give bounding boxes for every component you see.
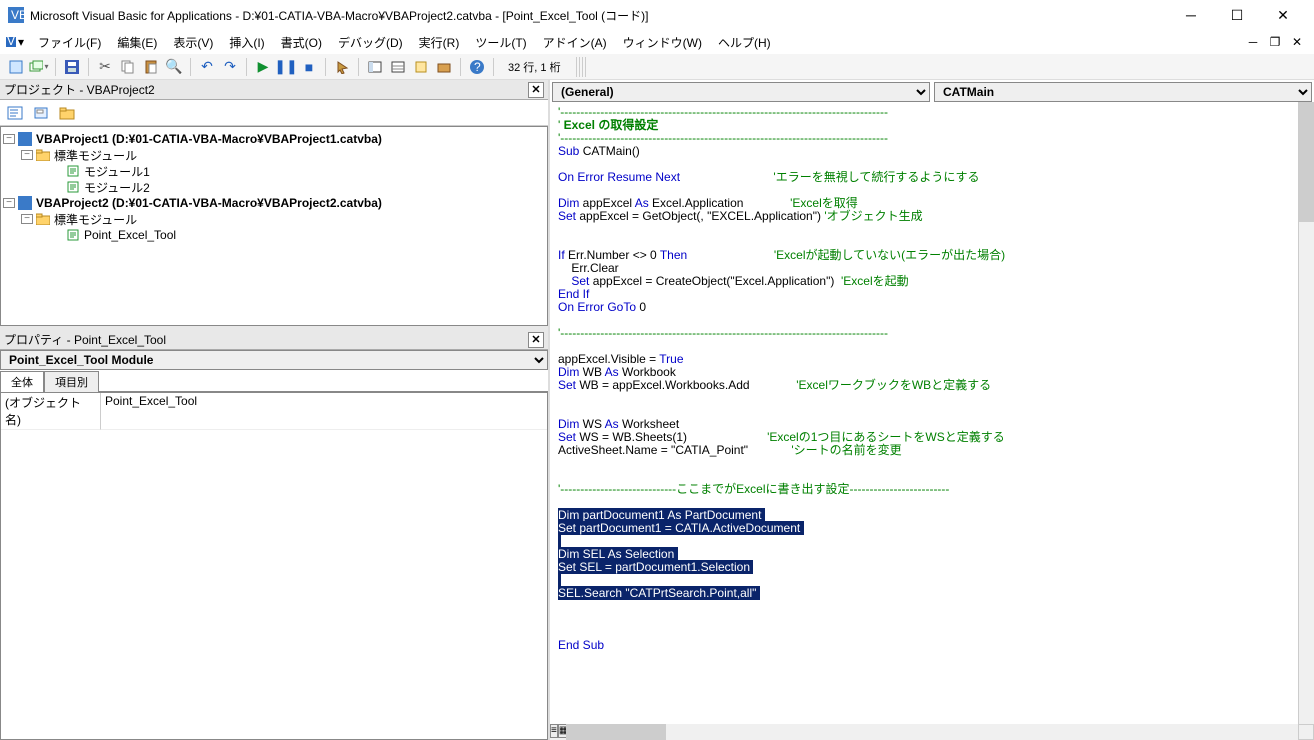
menu-window[interactable]: ウィンドウ(W) [615, 32, 710, 53]
window-title: Microsoft Visual Basic for Applications … [30, 7, 1168, 24]
svg-text:V: V [7, 35, 15, 48]
code-editor[interactable]: '---------------------------------------… [550, 102, 1298, 724]
vba-project-icon [17, 196, 33, 210]
folder-icon [35, 212, 51, 226]
redo-button[interactable]: ↷ [220, 57, 240, 77]
menu-file[interactable]: ファイル(F) [30, 32, 109, 53]
menu-format[interactable]: 書式(O) [273, 32, 330, 53]
toggle-folders-icon[interactable] [56, 102, 78, 124]
project-panel-close-button[interactable]: ✕ [528, 82, 544, 98]
properties-tab-categorized[interactable]: 項目別 [44, 371, 99, 392]
paste-button[interactable] [141, 57, 161, 77]
menu-insert[interactable]: 挿入(I) [221, 32, 272, 53]
view-code-icon[interactable] [4, 102, 26, 124]
save-button[interactable] [62, 57, 82, 77]
mdi-restore-button[interactable]: ❐ [1264, 35, 1286, 49]
scroll-corner [1298, 724, 1314, 740]
project2-folder[interactable]: 標準モジュール [54, 211, 137, 228]
project1-module1[interactable]: モジュール1 [84, 163, 150, 180]
help-button[interactable]: ? [467, 57, 487, 77]
prop-key-name: (オブジェクト名) [1, 393, 101, 430]
properties-tab-all[interactable]: 全体 [0, 371, 44, 392]
insert-object-button[interactable] [29, 57, 49, 77]
project1-node[interactable]: VBAProject1 (D:¥01-CATIA-VBA-Macro¥VBAPr… [36, 132, 382, 146]
vba-project-icon [17, 132, 33, 146]
properties-panel: プロパティ - Point_Excel_Tool ✕ Point_Excel_T… [0, 330, 548, 740]
menu-run[interactable]: 実行(R) [411, 32, 468, 53]
project-explorer-panel: プロジェクト - VBAProject2 ✕ −VBAProject1 (D:¥… [0, 80, 548, 326]
cut-button[interactable]: ✂ [95, 57, 115, 77]
minimize-button[interactable]: ─ [1168, 0, 1214, 30]
menu-debug[interactable]: デバッグ(D) [330, 32, 411, 53]
vertical-scrollbar[interactable] [1298, 102, 1314, 724]
menu-view[interactable]: 表示(V) [165, 32, 221, 53]
folder-icon [35, 148, 51, 162]
find-button[interactable]: 🔍 [164, 57, 184, 77]
mdi-minimize-button[interactable]: ─ [1242, 35, 1264, 49]
project2-node[interactable]: VBAProject2 (D:¥01-CATIA-VBA-Macro¥VBAPr… [36, 196, 382, 210]
module-icon [65, 180, 81, 194]
svg-text:?: ? [474, 60, 481, 74]
module-icon [65, 228, 81, 242]
properties-panel-close-button[interactable]: ✕ [528, 332, 544, 348]
properties-object-select[interactable]: Point_Excel_Tool Module [0, 350, 548, 370]
object-combo[interactable]: (General) [552, 82, 930, 102]
code-header: (General) CATMain [550, 80, 1314, 102]
svg-text:VB: VB [11, 8, 24, 22]
menu-tools[interactable]: ツール(T) [467, 32, 534, 53]
toolbar-grip[interactable] [576, 57, 586, 77]
copy-button[interactable] [118, 57, 138, 77]
break-button[interactable]: ❚❚ [276, 57, 296, 77]
horizontal-scrollbar[interactable] [566, 724, 1298, 740]
undo-button[interactable]: ↶ [197, 57, 217, 77]
mdi-close-button[interactable]: ✕ [1286, 35, 1308, 49]
menu-edit[interactable]: 編集(E) [109, 32, 165, 53]
reset-button[interactable]: ■ [299, 57, 319, 77]
module-icon [65, 164, 81, 178]
project1-folder[interactable]: 標準モジュール [54, 147, 137, 164]
properties-panel-title: プロパティ - Point_Excel_Tool [4, 331, 528, 348]
project2-module1[interactable]: Point_Excel_Tool [84, 228, 176, 242]
view-object-icon[interactable] [30, 102, 52, 124]
menubar: V▾ ファイル(F) 編集(E) 表示(V) 挿入(I) 書式(O) デバッグ(… [0, 30, 1314, 54]
maximize-button[interactable]: ☐ [1214, 0, 1260, 30]
titlebar: VB Microsoft Visual Basic for Applicatio… [0, 0, 1314, 30]
view-code-button[interactable] [6, 57, 26, 77]
properties-window-button[interactable] [388, 57, 408, 77]
menu-help[interactable]: ヘルプ(H) [710, 32, 779, 53]
toolbar: ✂ 🔍 ↶ ↷ ▶ ❚❚ ■ ? 32 行, 1 桁 [0, 54, 1314, 80]
properties-grid[interactable]: (オブジェクト名) Point_Excel_Tool [0, 392, 548, 740]
project-panel-title: プロジェクト - VBAProject2 [4, 81, 528, 98]
toolbox-button[interactable] [434, 57, 454, 77]
project-explorer-button[interactable] [365, 57, 385, 77]
run-button[interactable]: ▶ [253, 57, 273, 77]
project-tree[interactable]: −VBAProject1 (D:¥01-CATIA-VBA-Macro¥VBAP… [0, 126, 548, 326]
close-button[interactable]: ✕ [1260, 0, 1306, 30]
object-browser-button[interactable] [411, 57, 431, 77]
procedure-combo[interactable]: CATMain [934, 82, 1312, 102]
vba-app-icon: VB [8, 7, 24, 23]
design-mode-button[interactable] [332, 57, 352, 77]
prop-val-name[interactable]: Point_Excel_Tool [101, 393, 547, 430]
cursor-position-status: 32 行, 1 桁 [500, 59, 569, 75]
menu-addins[interactable]: アドイン(A) [535, 32, 615, 53]
vba-menu-icon[interactable]: V▾ [6, 35, 24, 49]
project1-module2[interactable]: モジュール2 [84, 179, 150, 196]
procedure-view-button[interactable]: ≡ [550, 724, 558, 738]
